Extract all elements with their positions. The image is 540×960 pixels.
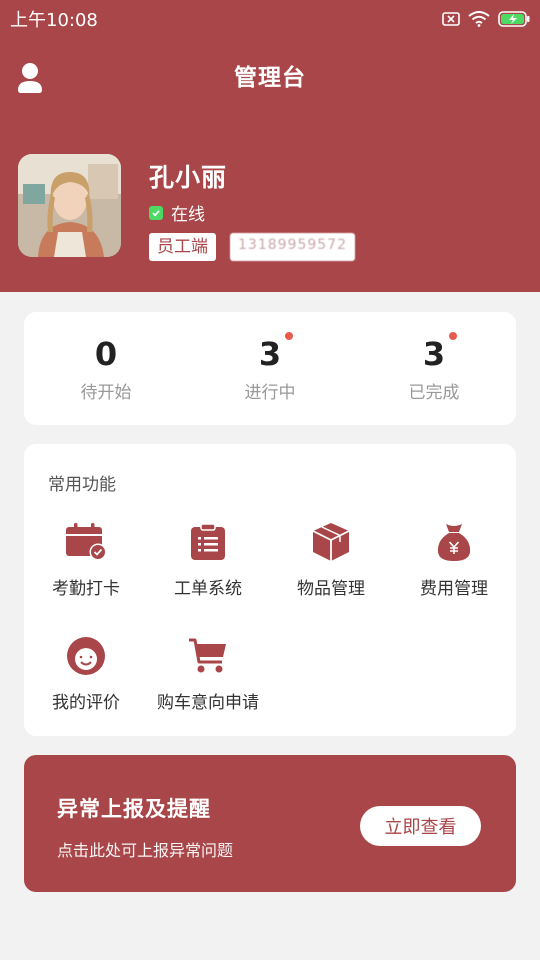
clipboard-icon [187, 522, 229, 562]
stat-value: 0 [94, 335, 118, 373]
page-title: 管理台 [234, 65, 306, 91]
phone-number: 13189959572 [230, 233, 355, 261]
online-status: 在线 [149, 200, 355, 225]
notification-muted-icon [442, 12, 460, 26]
header: 上午10:08 管理台 孔小丽 在线 员工端 13189959572 [0, 0, 540, 292]
avatar[interactable] [18, 154, 121, 257]
common-functions-card: 常用功能 考勤打卡 工单系统 物品管理 费用管理 我的评价 购车意向申请 [24, 444, 516, 736]
stat-completed[interactable]: 3 已完成 [352, 312, 516, 425]
role-badge: 员工端 [149, 233, 216, 261]
stat-label: 进行中 [244, 383, 296, 403]
stat-label: 待开始 [80, 383, 132, 403]
status-icons [442, 11, 530, 27]
stat-in-progress[interactable]: 3 进行中 [188, 312, 352, 425]
function-label: 工单系统 [174, 579, 242, 599]
notification-dot [449, 332, 458, 340]
user-icon[interactable] [16, 62, 44, 94]
function-expense-management[interactable]: 费用管理 [398, 522, 510, 599]
function-car-purchase-request[interactable]: 购车意向申请 [152, 636, 264, 713]
report-subtitle: 点击此处可上报异常问题 [57, 841, 234, 860]
battery-charging-icon [498, 11, 530, 27]
function-my-rating[interactable]: 我的评价 [30, 636, 142, 713]
money-bag-icon [433, 522, 475, 562]
navbar: 管理台 [0, 44, 540, 106]
stat-value: 3 [422, 335, 446, 373]
profile-info: 孔小丽 在线 员工端 13189959572 [149, 158, 355, 261]
function-label: 购车意向申请 [157, 693, 259, 713]
stat-pending[interactable]: 0 待开始 [24, 312, 188, 425]
profile-badges: 员工端 13189959572 [149, 233, 355, 261]
online-check-icon [149, 205, 163, 220]
stat-value: 3 [258, 335, 282, 373]
view-now-button[interactable]: 立即查看 [360, 806, 481, 846]
order-stats-card: 0 待开始 3 进行中 3 已完成 [24, 312, 516, 425]
function-label: 我的评价 [52, 693, 120, 713]
status-time: 上午10:08 [10, 10, 98, 31]
section-title: 常用功能 [48, 475, 116, 495]
wifi-icon [468, 11, 490, 27]
function-label: 物品管理 [297, 579, 365, 599]
stat-label: 已完成 [408, 383, 460, 403]
function-items-management[interactable]: 物品管理 [275, 522, 387, 599]
smile-face-icon [65, 636, 107, 676]
function-attendance[interactable]: 考勤打卡 [30, 522, 142, 599]
cart-icon [187, 636, 229, 676]
function-label: 费用管理 [420, 579, 488, 599]
notification-dot [285, 332, 294, 340]
status-bar: 上午10:08 [0, 0, 540, 38]
box-icon [310, 522, 352, 562]
function-work-order[interactable]: 工单系统 [152, 522, 264, 599]
function-label: 考勤打卡 [52, 579, 120, 599]
calendar-check-icon [65, 522, 107, 562]
report-title: 异常上报及提醒 [57, 797, 211, 821]
profile-section: 孔小丽 在线 员工端 13189959572 [18, 154, 355, 261]
online-status-label: 在线 [171, 205, 205, 225]
user-name: 孔小丽 [149, 163, 228, 192]
exception-report-card[interactable]: 异常上报及提醒 点击此处可上报异常问题 立即查看 [24, 755, 516, 892]
